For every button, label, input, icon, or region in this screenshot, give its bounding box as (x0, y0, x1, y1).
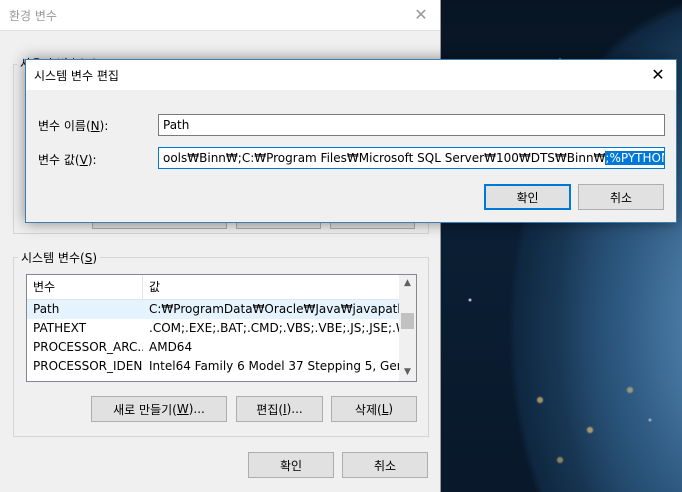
env-titlebar: 환경 변수 (0, 0, 440, 31)
row-variable-name: PROCESSOR_ARC... (33, 340, 143, 354)
system-delete-button[interactable]: 삭제(L) (331, 396, 417, 422)
env-ok-button[interactable]: 확인 (248, 452, 334, 478)
column-header-value[interactable]: 값 (143, 275, 400, 299)
row-variable-name: PROCESSOR_IDEN... (33, 359, 143, 373)
dialog-ok-button[interactable]: 확인 (484, 184, 571, 210)
dialog-cancel-button[interactable]: 취소 (578, 184, 664, 210)
env-close-icon[interactable]: ✕ (408, 4, 434, 26)
close-icon[interactable]: ✕ (646, 64, 670, 86)
system-new-button[interactable]: 새로 만들기(W)... (91, 396, 227, 422)
variable-name-label: 변수 이름(N): (38, 119, 109, 133)
scroll-down-icon[interactable]: ▼ (399, 364, 416, 381)
system-variables-list[interactable]: 변수 값 Path C:₩ProgramData₩Oracle₩Java₩jav… (26, 274, 417, 382)
dialog-titlebar: 시스템 변수 편집 ✕ (26, 60, 676, 90)
env-cancel-button[interactable]: 취소 (342, 452, 428, 478)
table-row[interactable]: PROCESSOR_ARC... AMD64 (27, 338, 400, 357)
scrollbar-thumb[interactable] (401, 313, 414, 329)
row-variable-value: AMD64 (149, 340, 193, 354)
variable-value-input[interactable]: ools₩Binn₩;C:₩Program Files₩Microsoft SQ… (158, 147, 665, 169)
edit-system-variable-dialog: 시스템 변수 편집 ✕ 변수 이름(N): Path 변수 값(V): ools… (25, 59, 677, 223)
value-text-selection: ;%PYTHON_HOME%; (605, 151, 664, 165)
table-row[interactable]: PROCESSOR_IDEN... Intel64 Family 6 Model… (27, 357, 400, 376)
list-vertical-scrollbar[interactable]: ▲ ▼ (399, 275, 416, 381)
scroll-up-icon[interactable]: ▲ (399, 275, 416, 292)
row-variable-name: PATHEXT (33, 321, 87, 335)
row-variable-value: Intel64 Family 6 Model 37 Stepping 5, Ge… (149, 359, 400, 373)
table-row[interactable]: PATHEXT .COM;.EXE;.BAT;.CMD;.VBS;.VBE;.J… (27, 319, 400, 338)
dialog-title: 시스템 변수 편집 (34, 69, 119, 83)
system-edit-button[interactable]: 편집(I)... (236, 396, 323, 422)
city-lights-decoration (500, 360, 680, 480)
column-header-variable[interactable]: 변수 (27, 275, 143, 299)
env-window-title: 환경 변수 (9, 8, 57, 23)
row-variable-value: C:₩ProgramData₩Oracle₩Java₩javapath;C:..… (149, 302, 400, 316)
list-header: 변수 값 (27, 275, 400, 300)
variable-name-input[interactable]: Path (158, 114, 665, 136)
variable-value-label: 변수 값(V): (38, 153, 97, 167)
row-variable-value: .COM;.EXE;.BAT;.CMD;.VBS;.VBE;.JS;.JSE;.… (149, 321, 400, 335)
table-row[interactable]: Path C:₩ProgramData₩Oracle₩Java₩javapath… (27, 300, 400, 319)
system-variables-legend: 시스템 변수(S) (18, 249, 101, 266)
row-variable-name: Path (33, 302, 60, 316)
value-text: ools₩Binn₩;C:₩Program Files₩Microsoft SQ… (163, 151, 606, 165)
